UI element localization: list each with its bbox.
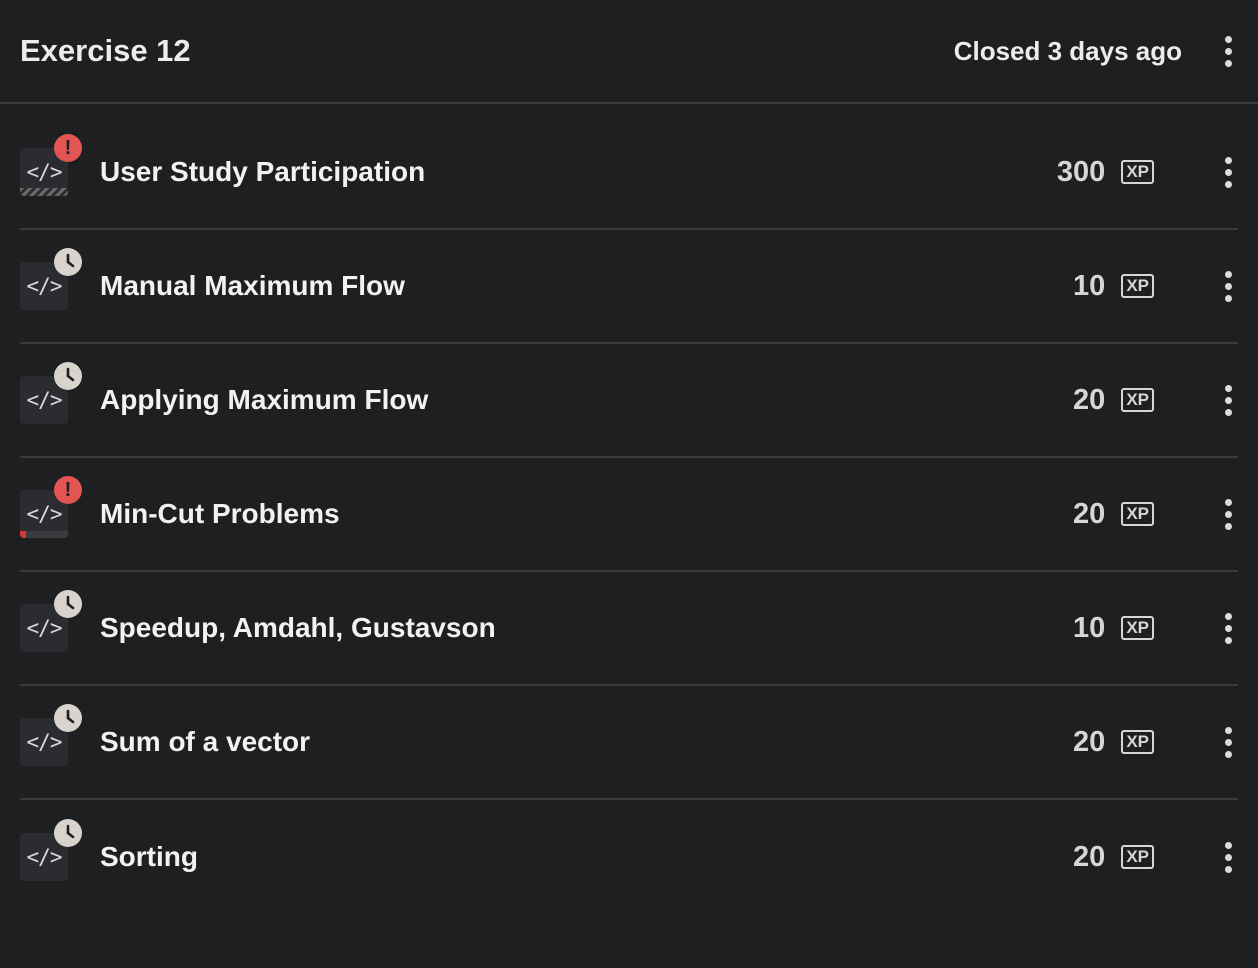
- code-exercise-icon: </>: [20, 704, 82, 766]
- row-more-menu-icon[interactable]: [1218, 722, 1238, 762]
- exercise-row[interactable]: </> Sorting 20 XP: [20, 800, 1238, 914]
- row-more-menu-icon[interactable]: [1218, 608, 1238, 648]
- row-more-menu-icon[interactable]: [1218, 837, 1238, 877]
- exclamation-mark: !: [64, 137, 72, 159]
- exercise-panel: Exercise 12 Closed 3 days ago </> ! User…: [0, 0, 1258, 968]
- code-icon-glyph: </>: [26, 845, 63, 869]
- exercise-title[interactable]: Sorting: [100, 841, 1073, 873]
- code-exercise-icon: </>: [20, 590, 82, 652]
- clock-icon: [54, 362, 82, 390]
- exercise-row[interactable]: </> Manual Maximum Flow 10 XP: [20, 230, 1238, 344]
- exercise-title[interactable]: Applying Maximum Flow: [100, 384, 1073, 416]
- progress-indicator: [20, 188, 68, 196]
- code-exercise-icon: </> !: [20, 134, 82, 196]
- xp-value: 20: [1073, 497, 1106, 530]
- code-exercise-icon: </> !: [20, 476, 82, 538]
- exercise-row[interactable]: </> ! Min-Cut Problems 20 XP: [20, 458, 1238, 572]
- clock-icon: [54, 704, 82, 732]
- clock-hands: [66, 709, 75, 724]
- exercise-row[interactable]: </> ! User Study Participation 300 XP: [20, 116, 1238, 230]
- xp-badge: XP: [1121, 845, 1154, 869]
- page-title: Exercise 12: [20, 33, 191, 68]
- clock-icon: [54, 590, 82, 618]
- exercise-row[interactable]: </> Sum of a vector 20 XP: [20, 686, 1238, 800]
- clock-hands: [66, 824, 75, 839]
- xp-value: 300: [1056, 155, 1106, 188]
- xp-badge: XP: [1121, 388, 1154, 412]
- exercise-title[interactable]: Min-Cut Problems: [100, 498, 1073, 530]
- exercise-row[interactable]: </> Applying Maximum Flow 20 XP: [20, 344, 1238, 458]
- clock-icon: [54, 819, 82, 847]
- exclamation-icon: !: [54, 476, 82, 504]
- xp-badge: XP: [1121, 730, 1154, 754]
- xp-value: 20: [1073, 725, 1106, 758]
- exercise-title[interactable]: Manual Maximum Flow: [100, 270, 1073, 302]
- progress-fill: [20, 531, 26, 538]
- code-exercise-icon: </>: [20, 362, 82, 424]
- header-more-menu-icon[interactable]: [1218, 31, 1238, 71]
- clock-icon: [54, 248, 82, 276]
- code-icon-glyph: </>: [26, 616, 63, 640]
- xp-value: 20: [1073, 840, 1106, 873]
- clock-hands: [66, 367, 75, 382]
- exclamation-icon: !: [54, 134, 82, 162]
- code-icon-glyph: </>: [26, 502, 63, 526]
- code-icon-glyph: </>: [26, 388, 63, 412]
- clock-hands: [66, 595, 75, 610]
- exercise-row[interactable]: </> Speedup, Amdahl, Gustavson 10 XP: [20, 572, 1238, 686]
- xp-badge: XP: [1121, 160, 1154, 184]
- xp-badge: XP: [1121, 502, 1154, 526]
- closed-status: Closed 3 days ago: [953, 35, 1182, 66]
- exercise-list: </> ! User Study Participation 300 XP </…: [0, 104, 1258, 914]
- exercise-title[interactable]: Sum of a vector: [100, 726, 1073, 758]
- row-more-menu-icon[interactable]: [1218, 152, 1238, 192]
- clock-hands: [66, 253, 75, 268]
- code-exercise-icon: </>: [20, 248, 82, 310]
- panel-header: Exercise 12 Closed 3 days ago: [0, 0, 1258, 104]
- xp-value: 10: [1073, 269, 1106, 302]
- xp-value: 10: [1073, 611, 1106, 644]
- row-more-menu-icon[interactable]: [1218, 380, 1238, 420]
- code-icon-glyph: </>: [26, 730, 63, 754]
- exclamation-mark: !: [64, 479, 72, 501]
- exercise-title[interactable]: User Study Participation: [100, 156, 1057, 188]
- xp-badge: XP: [1121, 616, 1154, 640]
- code-icon-glyph: </>: [26, 274, 63, 298]
- code-icon-glyph: </>: [26, 160, 63, 184]
- exercise-title[interactable]: Speedup, Amdahl, Gustavson: [100, 612, 1073, 644]
- row-more-menu-icon[interactable]: [1218, 494, 1238, 534]
- row-more-menu-icon[interactable]: [1218, 266, 1238, 306]
- code-exercise-icon: </>: [20, 819, 82, 881]
- xp-badge: XP: [1121, 274, 1154, 298]
- xp-value: 20: [1073, 383, 1106, 416]
- progress-bar: [20, 531, 68, 538]
